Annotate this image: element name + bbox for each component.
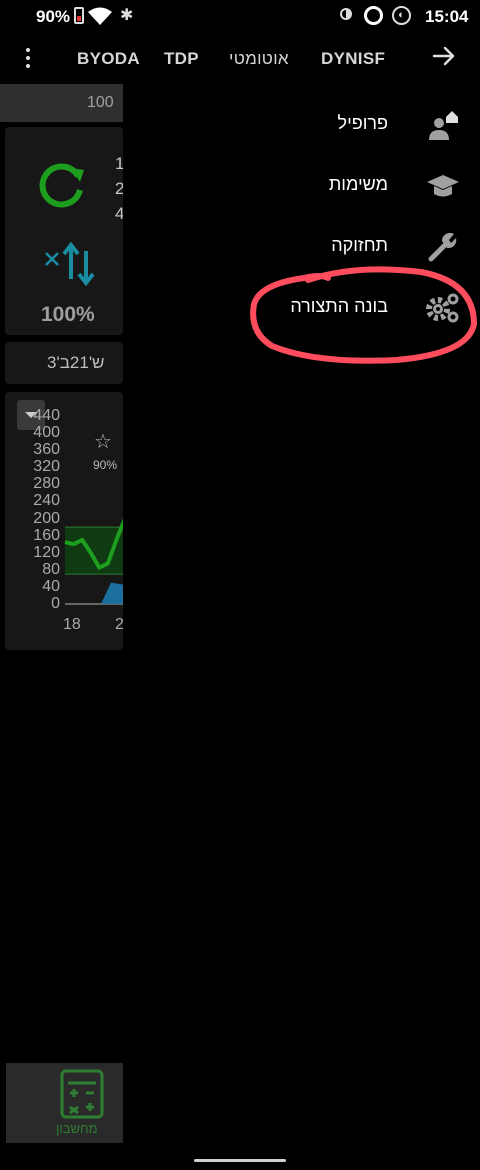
contrast-icon: [340, 8, 352, 20]
tab-automatic[interactable]: אוטומטי: [229, 49, 289, 69]
x-tick-label: 18: [63, 616, 81, 633]
header-value: 100: [87, 94, 114, 111]
sync-arrows-icon: [45, 241, 95, 287]
profile-icon: [429, 111, 458, 140]
age-text: ש'21ב'3: [47, 353, 105, 372]
y-tick-label: 440: [33, 407, 60, 424]
graduation-cap-icon: [427, 175, 459, 197]
refresh-icon: [39, 163, 84, 208]
y-tick-label: 160: [33, 526, 60, 544]
navigation-handle[interactable]: [194, 1159, 286, 1162]
battery-low-icon: [74, 7, 84, 24]
card-line: 1: [115, 154, 123, 173]
percent-label: 100%: [41, 303, 95, 326]
age-card[interactable]: ש'21ב'3: [5, 342, 123, 384]
status-bar: 90% ✱ ◐ 15:04: [0, 0, 480, 32]
star-percent: 90%: [93, 458, 118, 472]
calculator-label: מחשבון: [56, 1121, 98, 1136]
drawer-item-profile[interactable]: פרופיל: [123, 95, 480, 156]
tab-dynisf[interactable]: DYNISF: [321, 49, 385, 69]
ring-icon: [364, 6, 383, 25]
bluetooth-icon: ✱: [120, 7, 134, 24]
y-tick-label: 280: [33, 475, 60, 493]
drawer-item-label: פרופיל: [337, 113, 388, 133]
status-card[interactable]: 1 2 4 100%: [5, 127, 123, 335]
annotation-circle: [250, 266, 478, 364]
star-icon[interactable]: ☆: [94, 429, 112, 454]
glucose-chart: [64, 518, 123, 605]
calculator-button[interactable]: מחשבון: [6, 1063, 123, 1143]
y-tick-label: 360: [33, 441, 60, 459]
y-tick-label: 240: [33, 492, 60, 510]
y-tick-label: 400: [33, 424, 60, 442]
insulin-area: [101, 582, 123, 604]
y-tick-label: 200: [33, 509, 60, 527]
arrow-right-icon[interactable]: [430, 42, 458, 70]
tab-tdp[interactable]: TDP: [164, 49, 199, 69]
card-line: 4: [115, 204, 123, 223]
glucose-chart-card: 440 400 360 320 280 240 200 160 120 80 40 0 ☆ 90% 1…: [5, 392, 123, 650]
wrench-icon: [428, 232, 457, 262]
wifi-icon: [88, 7, 112, 25]
drawer-item-tasks[interactable]: משימות: [123, 156, 480, 217]
drawer-item-label: משימות: [328, 174, 388, 194]
drawer-item-label: תחזוקה: [331, 235, 388, 255]
x-tick-label: 2: [115, 616, 123, 633]
card-line: 2: [115, 179, 123, 198]
y-tick-label: 120: [33, 543, 60, 561]
brand-icon: ◐: [392, 6, 411, 25]
battery-percent: 90%: [36, 7, 71, 26]
y-tick-label: 40: [42, 577, 60, 595]
y-tick-label: 0: [51, 595, 60, 612]
y-tick-label: 80: [42, 560, 60, 578]
calculator-icon: [60, 1069, 104, 1119]
pane-header: 100: [0, 84, 123, 122]
tab-byoda[interactable]: BYODA: [77, 49, 140, 69]
top-bar: BYODA TDP אוטומטי DYNISF: [0, 36, 480, 80]
clock: 15:04: [425, 7, 469, 26]
y-tick-label: 320: [33, 458, 60, 476]
more-vert-icon[interactable]: [18, 46, 38, 70]
background-app-pane: 100 1 2 4 100% ש'21ב'3 440 400 360 320 280 24…: [0, 84, 123, 1164]
